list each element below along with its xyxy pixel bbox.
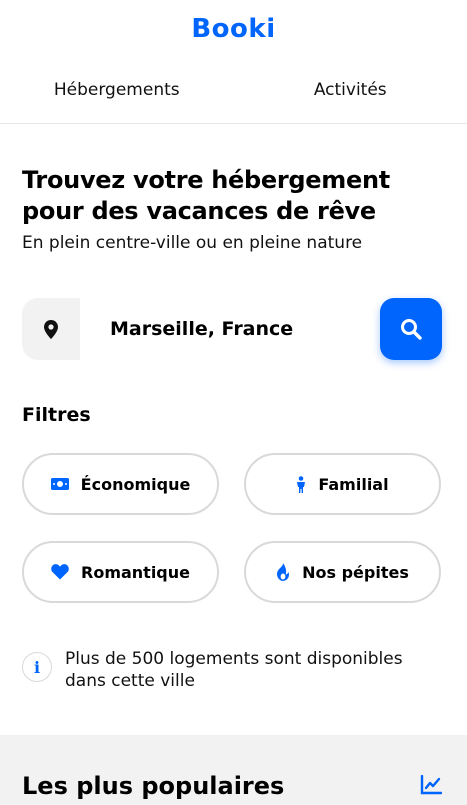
info-icon: i xyxy=(22,652,52,682)
search-button[interactable] xyxy=(380,298,442,360)
filters-title: Filtres xyxy=(22,404,91,426)
filter-economique-label: Économique xyxy=(80,474,191,494)
booki-logo[interactable]: Booki xyxy=(0,14,467,44)
main-nav: Hébergements Activités xyxy=(0,80,467,100)
logo-text-start: Bo xyxy=(191,14,231,44)
heart-icon xyxy=(51,564,69,580)
fire-icon xyxy=(277,563,290,581)
search-icon xyxy=(401,319,422,340)
app-header: Booki Hébergements Activités xyxy=(0,0,467,124)
search-bar xyxy=(22,298,442,360)
hero-subtitle: En plein centre-ville ou en pleine natur… xyxy=(22,233,363,253)
popular-section: Les plus populaires xyxy=(0,735,467,805)
filter-familial-button[interactable]: Familial xyxy=(244,453,441,515)
chart-line-icon[interactable] xyxy=(420,774,443,799)
logo-text-end: ki xyxy=(248,14,276,44)
money-bill-icon xyxy=(50,478,69,490)
nav-link-activites[interactable]: Activités xyxy=(234,80,467,100)
search-input[interactable] xyxy=(80,298,415,360)
hero-section: Trouvez votre hébergement pour des vacan… xyxy=(22,165,452,253)
filter-pepites-label: Nos pépites xyxy=(302,562,409,582)
nav-link-hebergements[interactable]: Hébergements xyxy=(0,80,234,100)
filter-romantique-label: Romantique xyxy=(81,562,190,582)
popular-title: Les plus populaires xyxy=(22,772,285,800)
info-notice: i Plus de 500 logements sont disponibles… xyxy=(22,648,442,692)
logo-text-mid: o xyxy=(230,14,249,44)
child-icon xyxy=(297,475,306,493)
info-text: Plus de 500 logements sont disponibles d… xyxy=(65,649,403,691)
filter-romantique-button[interactable]: Romantique xyxy=(22,541,219,603)
hero-title: Trouvez votre hébergement pour des vacan… xyxy=(22,166,390,225)
filter-pepites-button[interactable]: Nos pépites xyxy=(244,541,441,603)
filter-economique-button[interactable]: Économique xyxy=(22,453,219,515)
map-pin-icon xyxy=(22,298,80,360)
filter-familial-label: Familial xyxy=(318,474,389,494)
